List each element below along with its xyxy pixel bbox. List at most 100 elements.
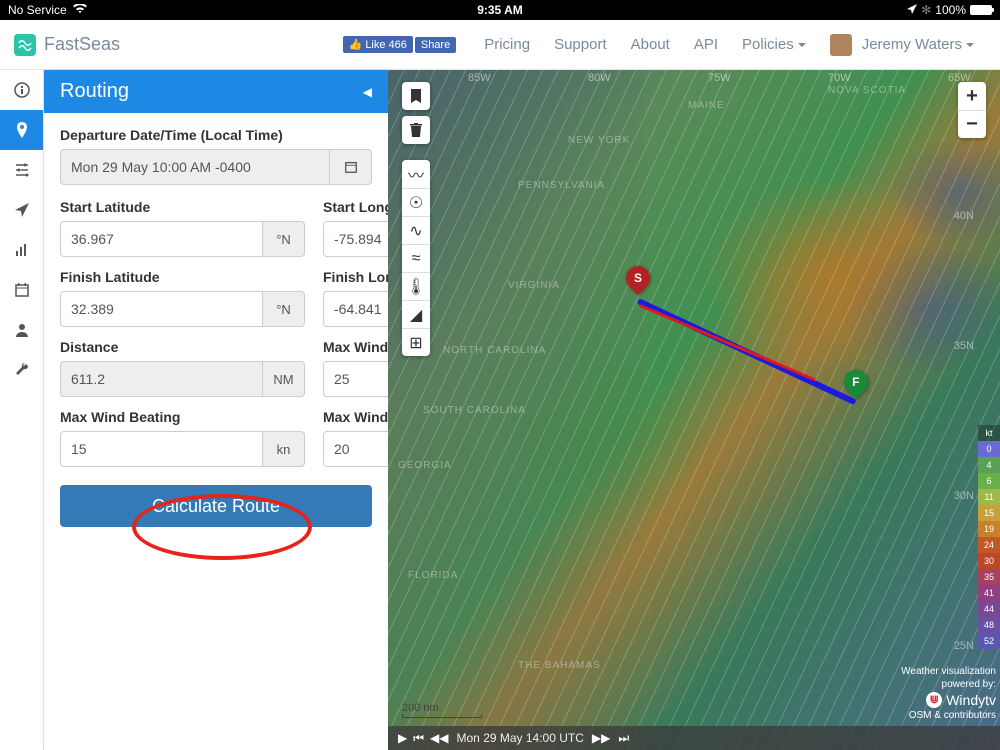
scale-cell: 19 (978, 521, 1000, 537)
rail-profile[interactable] (0, 310, 43, 350)
avatar (830, 34, 852, 56)
distance-input (60, 361, 263, 397)
pressure-layer-button[interactable]: ☉ (402, 188, 430, 216)
state-label: NOVA SCOTIA (828, 85, 906, 96)
skip-fwd-button[interactable]: ⏭ (618, 731, 629, 746)
state-label: THE BAHAMAS (518, 660, 601, 671)
nav-support[interactable]: Support (542, 36, 619, 53)
collapse-icon[interactable]: ◀ (363, 85, 372, 99)
bluetooth-icon: ✻ (921, 3, 931, 17)
distance-label: Distance (60, 339, 305, 355)
scale-cell: 41 (978, 585, 1000, 601)
map-bookmark-toolbar (402, 82, 430, 110)
lon-label: 70W (828, 72, 851, 84)
scale-cell: 11 (978, 489, 1000, 505)
rail-stats[interactable] (0, 230, 43, 270)
rail-calendar[interactable] (0, 270, 43, 310)
unit-n: °N (263, 221, 305, 257)
rewind-button[interactable]: ⏮ (413, 731, 424, 746)
scale-cell: 52 (978, 633, 1000, 649)
unit-n: °N (263, 291, 305, 327)
rail-tools[interactable] (0, 350, 43, 390)
nav-user[interactable]: Jeremy Waters (818, 34, 986, 56)
start-lat-label: Start Latitude (60, 199, 305, 215)
nav-about[interactable]: About (619, 36, 682, 53)
wind-layer-button[interactable]: 〰 (402, 160, 430, 188)
scale-cell: 24 (978, 537, 1000, 553)
brand-logo-icon (14, 34, 36, 56)
temp-layer-button[interactable]: 🌡 (402, 272, 430, 300)
zoom-in-button[interactable]: + (958, 82, 986, 110)
top-nav: FastSeas 👍 Like 466 Share Pricing Suppor… (0, 20, 1000, 70)
routing-panel: Routing ◀ Departure Date/Time (Local Tim… (44, 70, 388, 750)
waves-layer-button[interactable]: ∿ (402, 216, 430, 244)
lon-label: 80W (588, 72, 611, 84)
calendar-icon[interactable] (330, 149, 372, 185)
start-lat-input[interactable] (60, 221, 263, 257)
departure-input[interactable] (60, 149, 330, 185)
state-label: MAINE (688, 100, 725, 111)
panel-header[interactable]: Routing ◀ (44, 70, 388, 113)
step-fwd-button[interactable]: ▶▶ (592, 731, 610, 745)
battery-icon (970, 5, 992, 15)
fb-share-button[interactable]: Share (415, 37, 456, 53)
map-zoom-toolbar: + − (958, 82, 986, 138)
wifi-icon (73, 3, 87, 17)
rail-settings[interactable] (0, 150, 43, 190)
battery-percent: 100% (935, 3, 966, 17)
map-timeline[interactable]: ▶ ⏮ ◀◀ Mon 29 May 14:00 UTC ▶▶ ⏭ (388, 726, 1000, 750)
windy-logo[interactable]: ⋓Windytv (901, 691, 996, 709)
rail-navigate[interactable] (0, 190, 43, 230)
brand[interactable]: FastSeas (14, 34, 120, 56)
scale-cell: 6 (978, 473, 1000, 489)
zoom-out-button[interactable]: − (958, 110, 986, 138)
brand-name: FastSeas (44, 34, 120, 55)
carrier-text: No Service (8, 3, 67, 17)
state-label: GEORGIA (398, 460, 452, 471)
scale-cell: 4 (978, 457, 1000, 473)
windy-icon: ⋓ (926, 692, 942, 708)
beating-label: Max Wind Beating (60, 409, 305, 425)
state-label: FLORIDA (408, 570, 458, 581)
map-delete-toolbar (402, 116, 430, 144)
finish-marker[interactable]: F (844, 370, 868, 402)
scale-cell: 48 (978, 617, 1000, 633)
thumbs-up-icon: 👍 (349, 38, 363, 51)
rail-routing[interactable] (0, 110, 43, 150)
precip-layer-button[interactable]: ◢ (402, 300, 430, 328)
lat-label: 25N (954, 640, 974, 652)
unit-nm: NM (263, 361, 305, 397)
nav-policies[interactable]: Policies (730, 36, 818, 53)
step-back-button[interactable]: ◀◀ (430, 731, 448, 745)
fb-like-button[interactable]: 👍 Like 466 (343, 36, 413, 53)
rail-info[interactable] (0, 70, 43, 110)
location-icon (907, 3, 917, 17)
trash-button[interactable] (402, 116, 430, 144)
bookmark-button[interactable] (402, 82, 430, 110)
calculate-route-button[interactable]: Calculate Route (60, 485, 372, 527)
clock: 9:35 AM (336, 3, 664, 17)
distance-scale: 200 nm (402, 702, 482, 718)
nav-pricing[interactable]: Pricing (472, 36, 542, 53)
beating-input[interactable] (60, 431, 263, 467)
play-button[interactable]: ▶ (398, 731, 407, 745)
scale-cell: 35 (978, 569, 1000, 585)
grid-layer-button[interactable]: ⊞ (402, 328, 430, 356)
nav-api[interactable]: API (682, 36, 730, 53)
scale-cell: 44 (978, 601, 1000, 617)
sidebar-rail (0, 70, 44, 750)
swell-layer-button[interactable]: ≈ (402, 244, 430, 272)
map-layers-toolbar: 〰 ☉ ∿ ≈ 🌡 ◢ ⊞ (402, 160, 430, 356)
scale-cell: 15 (978, 505, 1000, 521)
lon-label: 75W (708, 72, 731, 84)
wind-color-scale: kt 04611151924303541444852 (978, 425, 1000, 649)
map-canvas[interactable]: 85W 80W 75W 70W 65W 40N 35N 30N 25N MAIN… (388, 70, 1000, 750)
lat-label: 40N (954, 210, 974, 222)
chevron-down-icon (798, 43, 806, 47)
unit-kn: kn (263, 431, 305, 467)
state-label: NORTH CAROLINA (443, 345, 546, 356)
finish-lat-input[interactable] (60, 291, 263, 327)
start-marker[interactable]: S (626, 266, 650, 298)
state-label: VIRGINIA (508, 280, 560, 291)
panel-title: Routing (60, 80, 129, 103)
